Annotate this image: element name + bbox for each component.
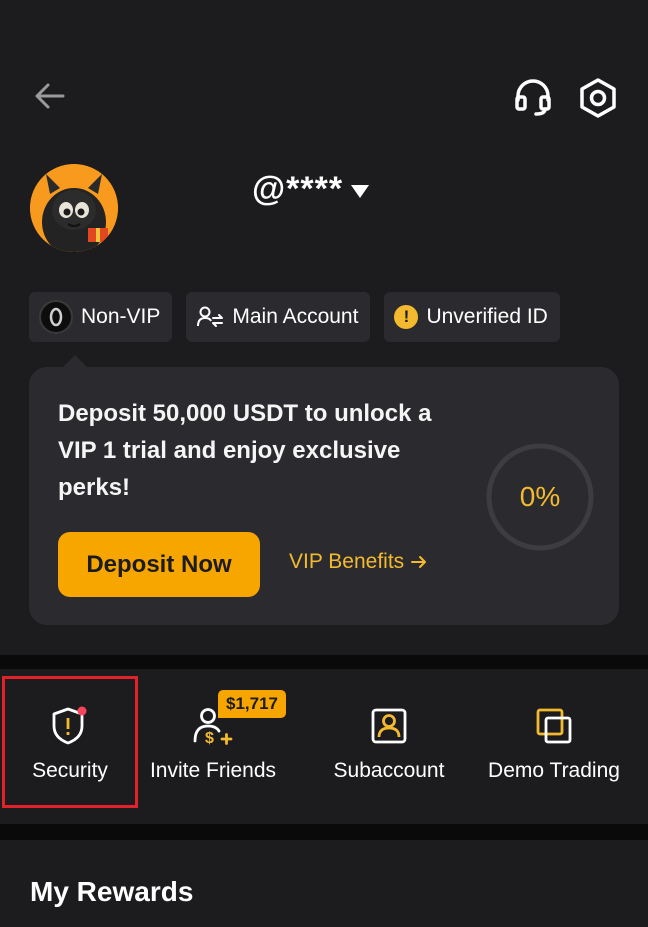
warning-icon: ! [394,305,419,329]
username-text: @**** [252,170,344,208]
progress-label: 0% [519,481,561,512]
vip-zero-icon [39,300,73,334]
profile-screen: @**** Non-VIP Main Account ! Unverified … [0,0,648,927]
promo-text: Deposit 50,000 USDT to unlock a VIP 1 tr… [58,400,432,501]
security-highlight-box [2,676,138,808]
vip-benefits-link[interactable]: VIP Benefits [289,550,428,574]
gear-icon [580,78,616,118]
headset-icon [515,79,551,116]
vip-benefits-label: VIP Benefits [289,550,405,573]
arrow-right-icon [411,556,427,568]
rewards-title: My Rewards [30,876,194,907]
back-button[interactable] [30,76,70,116]
avatar[interactable] [30,164,118,252]
settings-button[interactable] [574,74,622,122]
section-divider-2 [0,824,648,840]
deposit-now-button[interactable]: Deposit Now [58,532,260,597]
section-divider [0,655,648,669]
vip-level-chip[interactable]: Non-VIP [29,292,173,342]
monster-avatar-image [30,164,118,252]
vip-promo-card: Deposit 50,000 USDT to unlock a VIP 1 tr… [29,367,619,625]
account-chip[interactable]: Main Account [186,292,371,342]
verification-label: Unverified ID [426,305,548,328]
arrow-left-icon [35,83,65,109]
support-button[interactable] [510,74,556,120]
invite-reward-badge: $1,717 [218,690,286,718]
caret-down-icon [351,185,370,198]
invite-label: Invite Friends [149,759,277,782]
rewards-section: My Rewards [0,840,648,927]
shortcut-demo-trading[interactable]: Demo Trading [480,669,628,809]
demo-icon-wrap [533,705,575,747]
account-label: Main Account [232,305,359,328]
subaccount-icon [371,708,407,744]
verification-chip[interactable]: ! Unverified ID [384,292,560,342]
shortcut-subaccount[interactable]: Subaccount [324,669,454,809]
status-chips: Non-VIP Main Account ! Unverified ID [29,292,560,342]
profile-header-area: @**** Non-VIP Main Account ! Unverified … [0,0,648,655]
svg-text:$: $ [205,730,214,747]
demo-trading-icon [536,708,572,744]
account-switch-icon [197,306,224,327]
subaccount-icon-wrap [368,705,410,747]
username[interactable]: @**** [252,170,370,209]
vip-level-label: Non-VIP [81,305,161,328]
subaccount-label: Subaccount [333,759,445,782]
demo-trading-label: Demo Trading [488,759,620,782]
